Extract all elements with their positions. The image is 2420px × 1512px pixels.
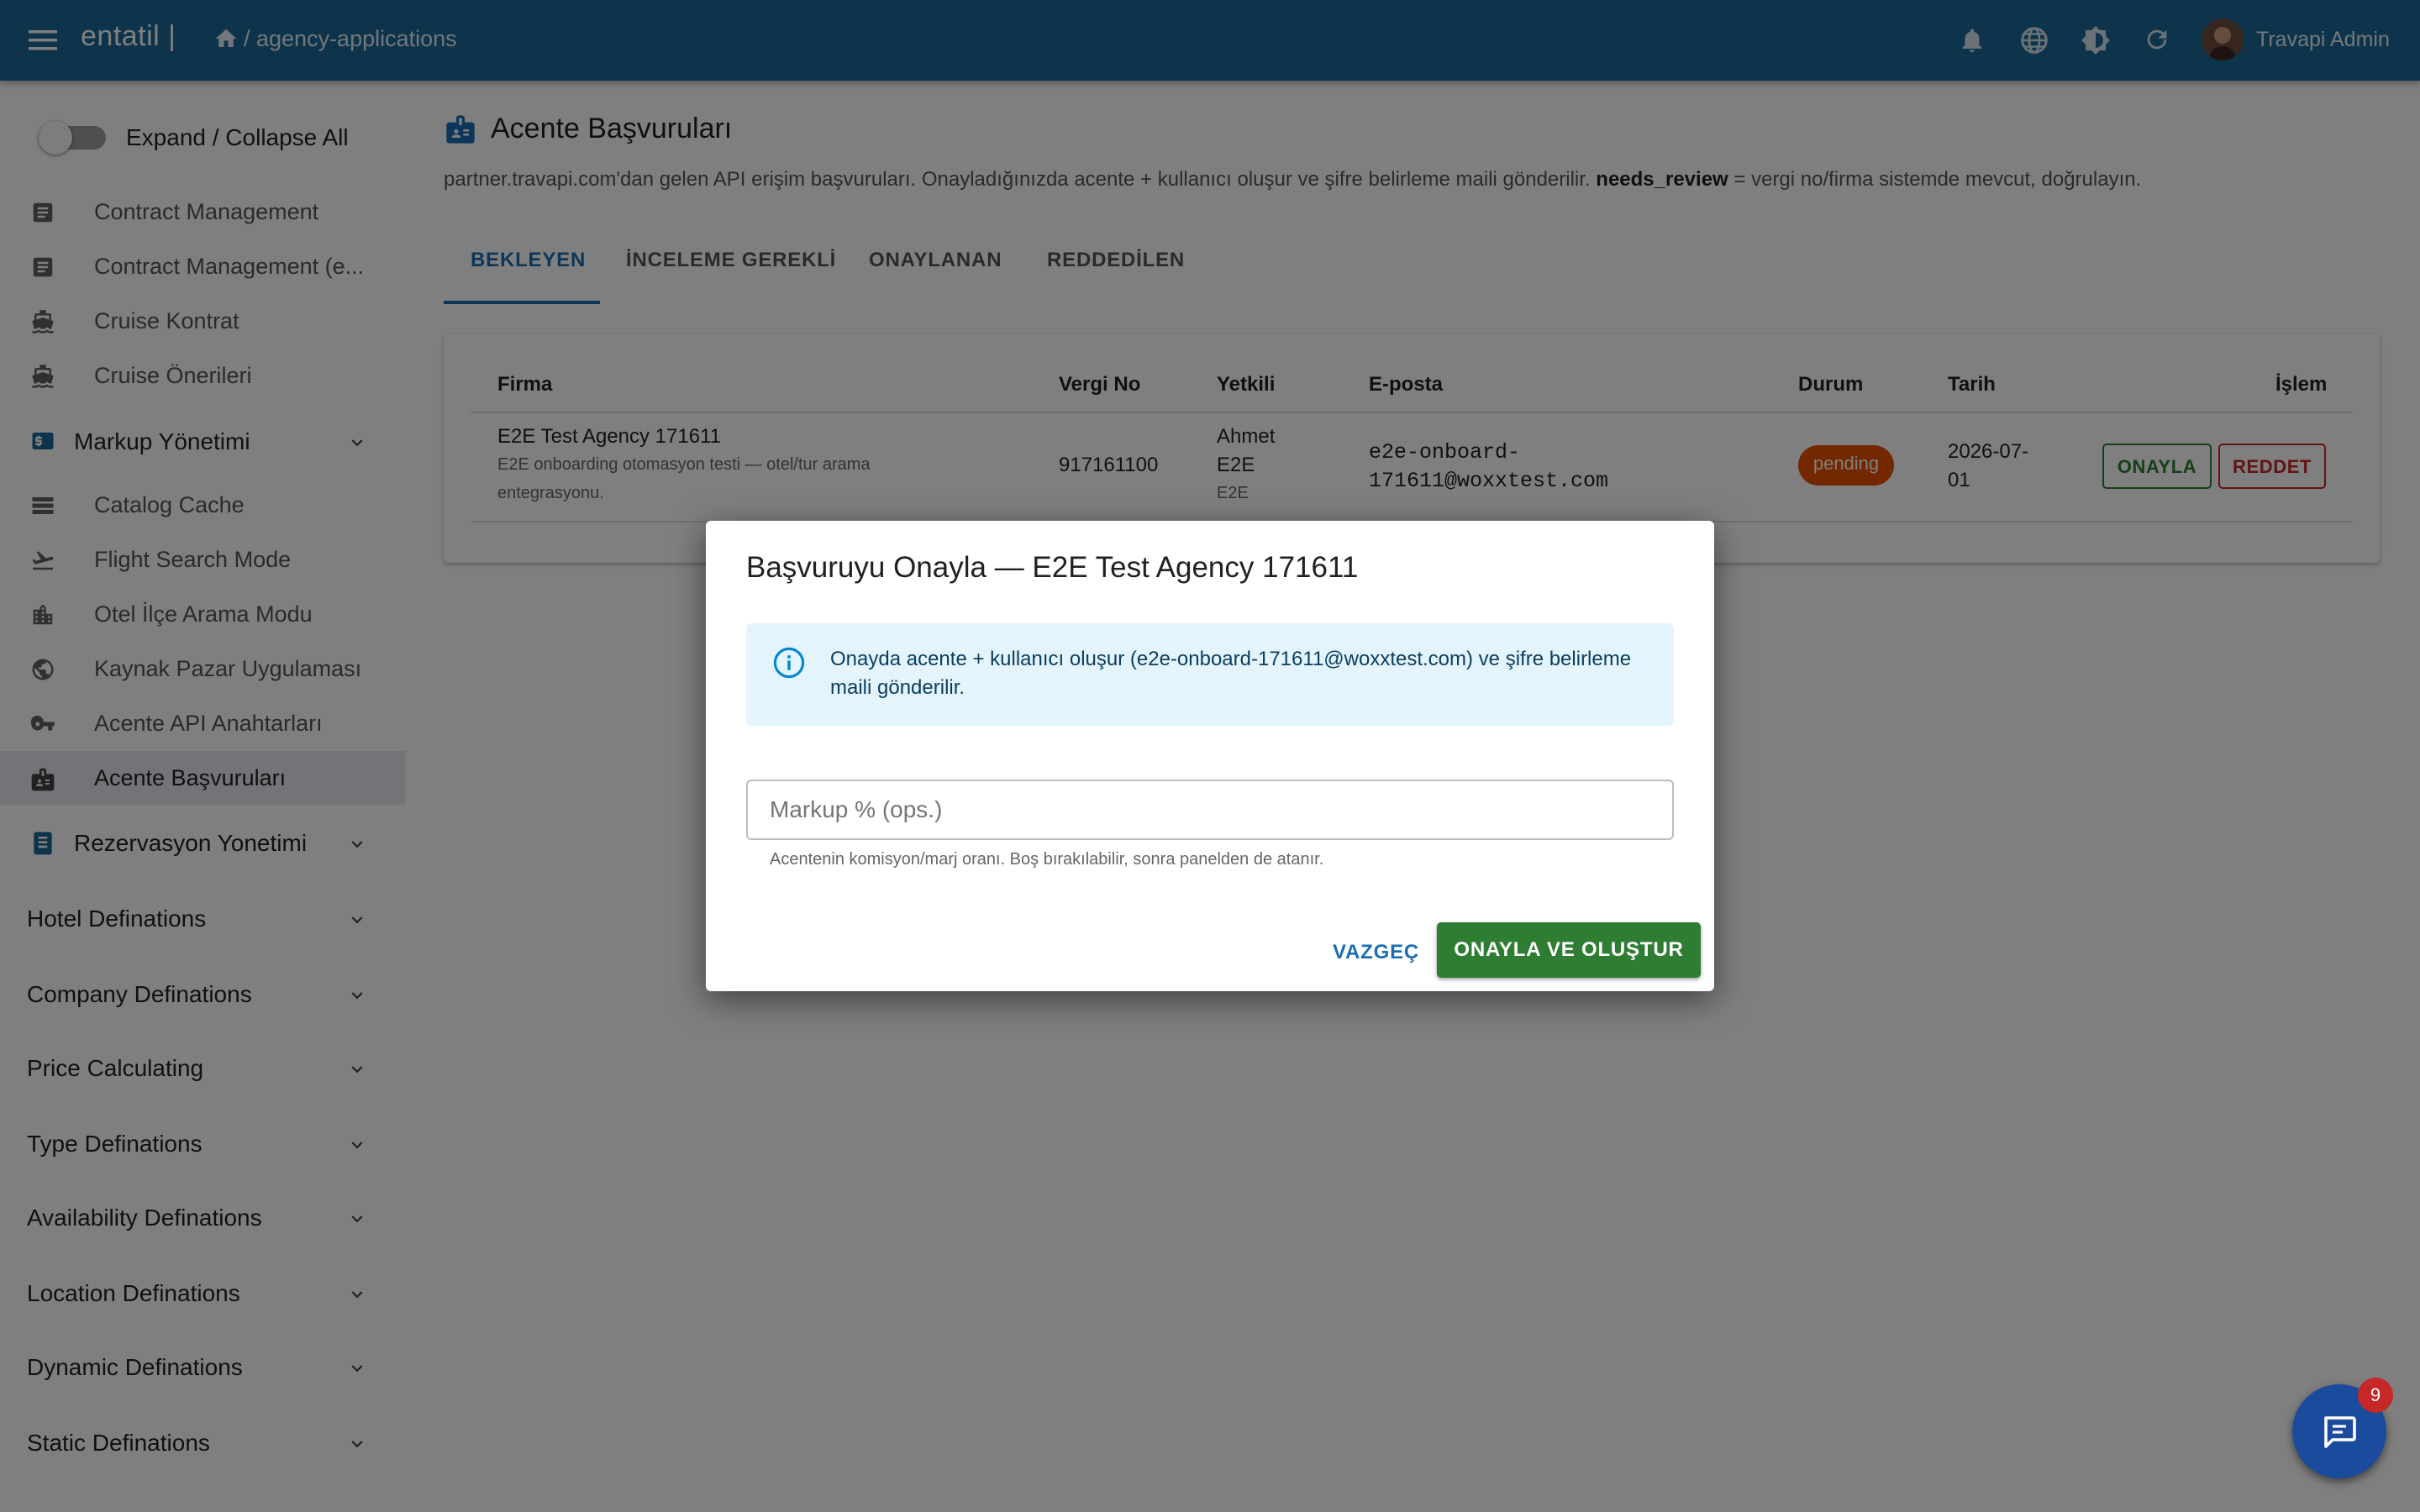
- approve-dialog: Başvuruyu Onayla — E2E Test Agency 17161…: [706, 521, 1714, 991]
- markup-helper-text: Acentenin komisyon/marj oranı. Boş bırak…: [770, 850, 1324, 869]
- info-text: Onayda acente + kullanıcı oluşur (e2e-on…: [830, 648, 1632, 699]
- markup-field[interactable]: [746, 780, 1674, 840]
- chat-unread-badge: 9: [2358, 1378, 2393, 1413]
- info-icon: [771, 645, 807, 680]
- confirm-create-button[interactable]: ONAYLA VE OLUŞTUR: [1437, 922, 1701, 978]
- cancel-button[interactable]: VAZGEÇ: [1319, 927, 1433, 978]
- markup-input[interactable]: [770, 793, 1644, 827]
- info-alert: Onayda acente + kullanıcı oluşur (e2e-on…: [746, 623, 1674, 726]
- dialog-title: Başvuruyu Onayla — E2E Test Agency 17161…: [746, 551, 1359, 584]
- chat-icon: [2319, 1411, 2360, 1452]
